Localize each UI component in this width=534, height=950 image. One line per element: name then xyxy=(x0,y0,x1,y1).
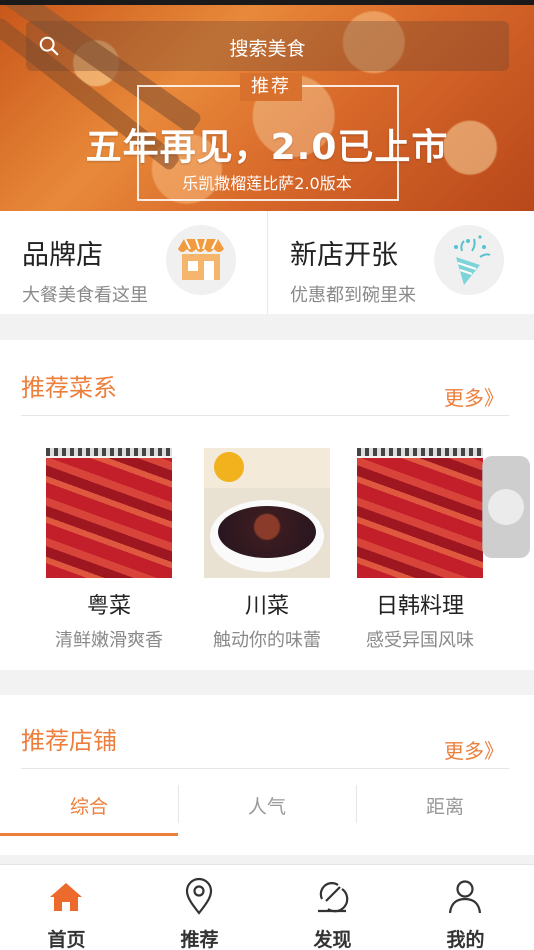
shops-more-link[interactable]: 更多》 xyxy=(444,735,504,764)
section-divider xyxy=(21,415,509,416)
cuisines-more-link[interactable]: 更多》 xyxy=(444,382,504,411)
nav-home[interactable]: 首页 xyxy=(0,865,133,950)
dish-image xyxy=(204,448,330,578)
home-icon xyxy=(50,883,82,911)
cuisine-desc: 感受异国风味 xyxy=(366,630,474,651)
nav-label: 发现 xyxy=(313,929,352,950)
cuisine-name: 川菜 xyxy=(244,594,289,619)
user-icon xyxy=(448,880,482,914)
section-title: 推荐菜系 xyxy=(21,374,117,402)
recommended-cuisines-section: 推荐菜系 更多》 粤菜 清鲜嫩滑爽香 川菜 触动你的味蕾 日韩料理 感受异国风味 xyxy=(0,340,534,670)
assistive-touch-knob xyxy=(488,489,524,525)
store-type-title: 品牌店 xyxy=(22,240,103,271)
nav-mine[interactable]: 我的 xyxy=(399,865,532,950)
search-placeholder: 搜索美食 xyxy=(229,38,306,60)
discover-icon xyxy=(318,882,349,913)
dish-image xyxy=(46,448,172,578)
promo-title: 五年再见，2.0已上市 xyxy=(85,127,449,168)
search-bar[interactable]: 搜索美食 xyxy=(26,21,509,71)
promo-banner[interactable]: 搜索美食 推荐 五年再见，2.0已上市 乐凯撒榴莲比萨2.0版本 xyxy=(0,0,534,211)
dish-image xyxy=(357,448,483,578)
storefront-icon xyxy=(166,225,236,295)
cuisine-desc: 触动你的味蕾 xyxy=(213,630,321,651)
new-store-entry[interactable]: 新店开张 优惠都到碗里来 xyxy=(267,211,534,314)
store-type-title: 新店开张 xyxy=(290,240,398,271)
section-divider xyxy=(21,768,509,769)
active-tab-indicator xyxy=(0,833,178,836)
store-type-section: 品牌店 大餐美食看这里 新店开张 优惠都到碗里来 xyxy=(0,211,534,314)
section-title: 推荐店铺 xyxy=(21,727,117,755)
nav-label: 我的 xyxy=(446,929,485,950)
location-pin-icon xyxy=(185,877,213,915)
party-popper-icon xyxy=(434,225,504,295)
recommended-shops-section: 推荐店铺 更多》 综合 人气 距离 xyxy=(0,695,534,855)
cuisine-card-sichuan[interactable]: 川菜 触动你的味蕾 xyxy=(204,448,330,652)
tab-distance[interactable]: 距离 xyxy=(356,785,534,839)
status-bar xyxy=(0,0,534,5)
floating-assistive-touch[interactable] xyxy=(482,456,530,558)
nav-discover[interactable]: 发现 xyxy=(266,865,399,950)
nav-label: 首页 xyxy=(47,929,86,950)
cuisine-name: 日韩料理 xyxy=(375,594,464,619)
nav-recommend[interactable]: 推荐 xyxy=(133,865,266,950)
promo-subtitle: 乐凯撒榴莲比萨2.0版本 xyxy=(182,174,352,193)
bottom-tab-bar: 首页 推荐 发现 我的 xyxy=(0,864,534,950)
tab-popularity[interactable]: 人气 xyxy=(178,785,356,839)
brand-store-entry[interactable]: 品牌店 大餐美食看这里 xyxy=(0,211,267,314)
store-type-subtitle: 大餐美食看这里 xyxy=(22,285,148,306)
tab-overall[interactable]: 综合 xyxy=(0,785,178,839)
nav-label: 推荐 xyxy=(180,929,219,950)
promo-tag: 推荐 xyxy=(240,73,302,101)
cuisine-card-japanese-korean[interactable]: 日韩料理 感受异国风味 xyxy=(357,448,483,652)
cuisine-desc: 清鲜嫩滑爽香 xyxy=(55,630,163,651)
cuisine-card-cantonese[interactable]: 粤菜 清鲜嫩滑爽香 xyxy=(46,448,172,652)
store-type-subtitle: 优惠都到碗里来 xyxy=(290,285,416,306)
cuisine-name: 粤菜 xyxy=(86,594,131,619)
shop-sort-tabs: 综合 人气 距离 xyxy=(0,785,534,841)
